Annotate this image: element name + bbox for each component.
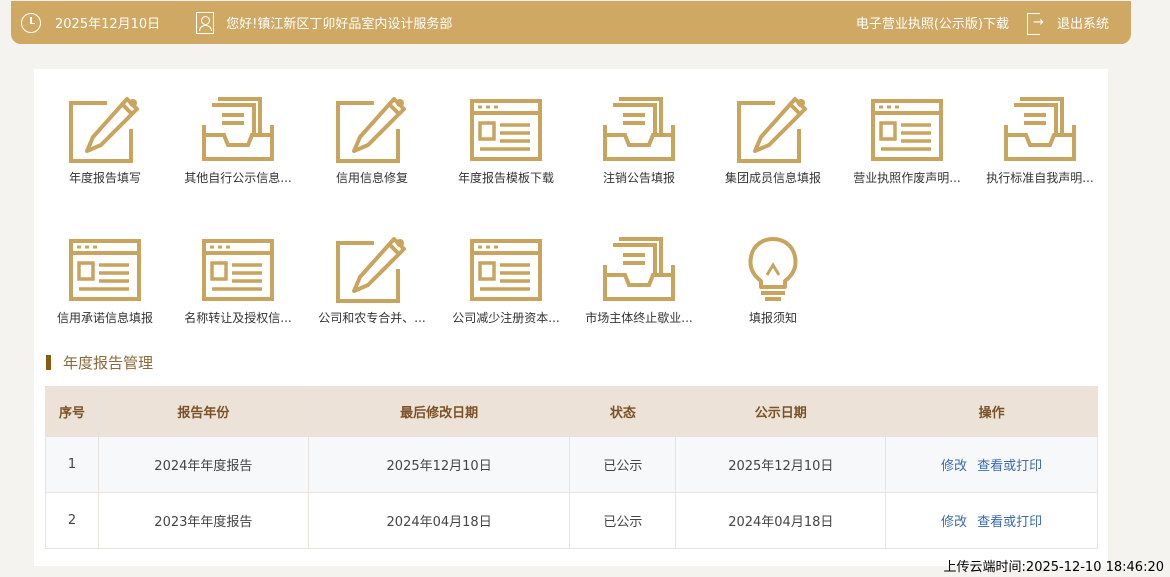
cell-actions: 修改 查看或打印 [885, 492, 1098, 549]
function-tile[interactable]: 集团成员信息填报 [708, 95, 838, 186]
function-tile-label: 年度报告模板下载 [457, 171, 554, 185]
logout-link[interactable]: 退出系统 [1057, 13, 1109, 32]
form-window-icon [441, 235, 571, 305]
function-tile[interactable]: 年度报告模板下载 [441, 95, 571, 186]
form-window-icon [40, 235, 170, 305]
function-tile[interactable]: 执行标准自我声明... [975, 95, 1105, 186]
function-tile-label: 公司和农专合并、... [318, 311, 426, 325]
clock-icon [21, 12, 41, 33]
inbox-tray-icon [975, 95, 1105, 165]
cell-status: 已公示 [569, 436, 677, 493]
cell-no: 2 [45, 492, 99, 549]
section-title-text: 年度报告管理 [63, 354, 154, 372]
inbox-tray-icon [574, 95, 704, 165]
table-header-row: 序号 报告年份 最后修改日期 状态 公示日期 操作 [45, 386, 1098, 437]
section-title: 年度报告管理 [46, 352, 153, 373]
function-tile[interactable]: 公司减少注册资本... [441, 235, 571, 326]
col-header: 公示日期 [675, 386, 887, 437]
function-tile-label: 执行标准自我声明... [986, 171, 1094, 185]
current-date: 2025年12月10日 [55, 17, 161, 32]
function-tile-label: 市场主体终止歇业... [585, 311, 693, 325]
license-download-link[interactable]: 电子营业执照(公示版)下载 [856, 13, 1009, 32]
cell-published: 2025年12月10日 [675, 436, 887, 493]
greeting-text: 您好!镇江新区丁卯好品室内设计服务部 [226, 17, 453, 32]
view-print-link[interactable]: 查看或打印 [977, 515, 1042, 530]
inbox-tray-icon [574, 235, 704, 305]
form-window-icon [173, 235, 303, 305]
cell-modified: 2024年04月18日 [307, 492, 571, 549]
function-tile-label: 公司减少注册资本... [452, 311, 560, 325]
function-tile-label: 年度报告填写 [68, 171, 141, 185]
col-header: 操作 [885, 386, 1098, 437]
cell-year: 2023年年度报告 [97, 492, 309, 549]
function-tile-label: 其他自行公示信息... [184, 171, 292, 185]
lightbulb-icon [708, 235, 838, 305]
cell-published: 2024年04月18日 [675, 492, 887, 549]
function-tile[interactable]: 信用承诺信息填报 [40, 235, 170, 326]
report-table: 序号 报告年份 最后修改日期 状态 公示日期 操作 1 2024年年度报告 20… [45, 386, 1098, 549]
pencil-doc-icon [708, 95, 838, 165]
table-row: 1 2024年年度报告 2025年12月10日 已公示 2025年12月10日 … [45, 436, 1098, 493]
inbox-tray-icon [173, 95, 303, 165]
cell-year: 2024年年度报告 [97, 436, 309, 493]
function-tile[interactable]: 注销公告填报 [574, 95, 704, 186]
col-header: 报告年份 [97, 386, 309, 437]
upload-time: 上传云端时间:2025-12-10 18:46:20 [943, 560, 1164, 575]
form-window-icon [842, 95, 972, 165]
col-header: 最后修改日期 [307, 386, 571, 437]
function-tile-label: 信用信息修复 [335, 171, 408, 185]
function-tile-label: 营业执照作废声明... [853, 171, 961, 185]
col-header: 状态 [569, 386, 677, 437]
function-tile-label: 填报须知 [748, 311, 797, 325]
view-print-link[interactable]: 查看或打印 [977, 459, 1042, 474]
cell-modified: 2025年12月10日 [307, 436, 571, 493]
function-tile[interactable]: 营业执照作废声明... [842, 95, 972, 186]
pencil-doc-icon [307, 235, 437, 305]
function-tile[interactable]: 信用信息修复 [307, 95, 437, 186]
form-window-icon [441, 95, 571, 165]
function-tile[interactable]: 名称转让及授权信... [173, 235, 303, 326]
cell-no: 1 [45, 436, 99, 493]
section-marker [46, 355, 51, 370]
user-icon [196, 11, 215, 34]
function-tile-label: 集团成员信息填报 [724, 171, 821, 185]
cell-status: 已公示 [569, 492, 677, 549]
top-bar: 2025年12月10日 您好!镇江新区丁卯好品室内设计服务部 电子营业执照(公示… [11, 1, 1131, 44]
col-header: 序号 [45, 386, 99, 437]
function-tile-label: 信用承诺信息填报 [56, 311, 153, 325]
function-tile-label: 注销公告填报 [602, 171, 675, 185]
function-tile[interactable]: 公司和农专合并、... [307, 235, 437, 326]
function-tile[interactable]: 填报须知 [708, 235, 838, 326]
edit-link[interactable]: 修改 [941, 515, 967, 530]
logout-icon[interactable]: → [1026, 12, 1045, 35]
function-tile-label: 名称转让及授权信... [184, 311, 292, 325]
function-tile[interactable]: 市场主体终止歇业... [574, 235, 704, 326]
function-tile[interactable]: 年度报告填写 [40, 95, 170, 186]
cell-actions: 修改 查看或打印 [885, 436, 1098, 493]
table-row: 2 2023年年度报告 2024年04月18日 已公示 2024年04月18日 … [45, 492, 1098, 549]
pencil-doc-icon [40, 95, 170, 165]
edit-link[interactable]: 修改 [941, 459, 967, 474]
function-tile[interactable]: 其他自行公示信息... [173, 95, 303, 186]
pencil-doc-icon [307, 95, 437, 165]
